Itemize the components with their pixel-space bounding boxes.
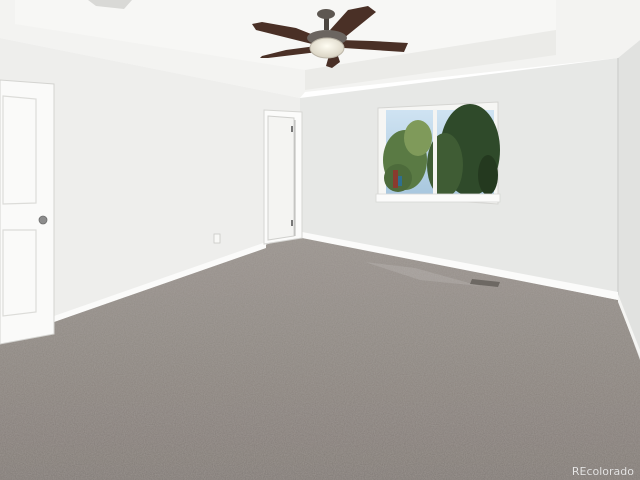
left-door[interactable] (0, 79, 55, 345)
fan-light-globe (309, 37, 345, 59)
watermark: REcolorado (572, 465, 634, 478)
back-door-hinge-lower (291, 220, 293, 226)
fan-canopy (317, 9, 335, 19)
door-knob[interactable] (38, 215, 48, 225)
wall-outlet (213, 233, 221, 244)
back-door[interactable] (267, 115, 295, 241)
window-divider (433, 109, 437, 197)
back-door-hinge (291, 126, 293, 132)
room-photo: REcolorado (0, 0, 640, 480)
window-sill (375, 193, 501, 203)
